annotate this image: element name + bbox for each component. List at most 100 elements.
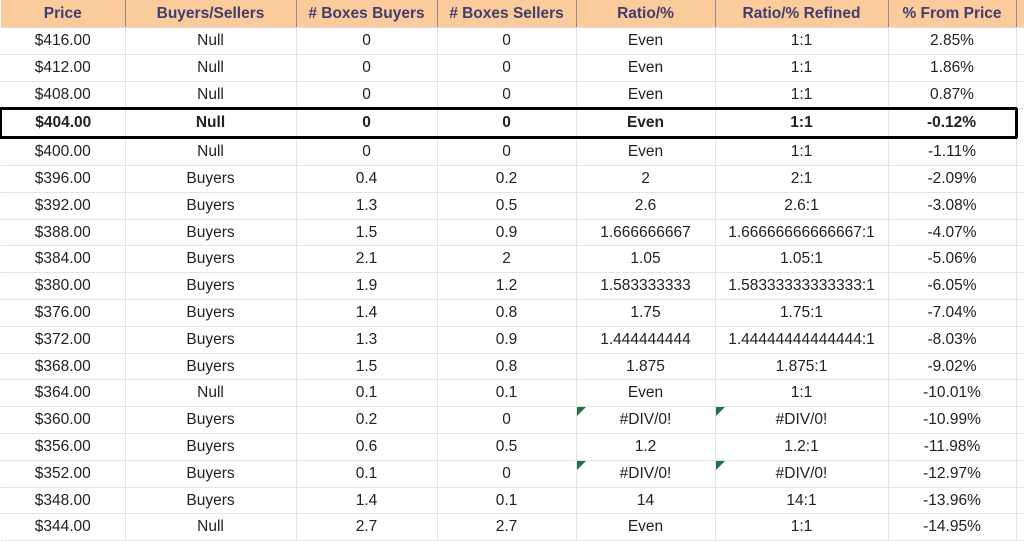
cell-pct-from-price[interactable]: -9.02%: [888, 353, 1017, 381]
cell-ratio[interactable]: Even: [576, 81, 716, 110]
cell-boxes-sellers[interactable]: 0: [437, 81, 577, 110]
cell-boxes-sellers[interactable]: 0.8: [437, 299, 577, 327]
cell-pct-from-price[interactable]: -0.12%: [888, 107, 1018, 140]
cell-buyers-sellers[interactable]: Buyers: [125, 192, 297, 220]
cell-ratio[interactable]: Even: [576, 137, 716, 166]
cell-price[interactable]: $348.00: [1, 487, 126, 515]
cell-ratio-refined[interactable]: #DIV/0!: [715, 460, 889, 488]
cell-ratio[interactable]: 1.75: [576, 299, 716, 327]
cell-buyers-sellers[interactable]: Null: [125, 81, 297, 110]
cell-boxes-buyers[interactable]: 0: [296, 107, 438, 140]
cell-ratio[interactable]: Even: [576, 379, 716, 408]
table-row[interactable]: $368.00 Buyers 1.5 0.8 1.875 1.875:1 -9.02%: [1, 353, 1024, 381]
cell-price[interactable]: $404.00: [0, 107, 126, 140]
cell-boxes-buyers[interactable]: 0: [296, 137, 438, 166]
cell-buyers-sellers[interactable]: Buyers: [125, 406, 297, 434]
cell-price[interactable]: $372.00: [1, 326, 126, 354]
cell-price[interactable]: $352.00: [1, 460, 126, 488]
cell-ratio-refined[interactable]: 1.05:1: [715, 245, 889, 274]
cell-buyers-sellers[interactable]: Null: [125, 54, 297, 82]
cell-price[interactable]: $412.00: [1, 54, 126, 82]
cell-boxes-buyers[interactable]: 2.7: [296, 513, 438, 541]
cell-buyers-sellers[interactable]: Buyers: [125, 245, 297, 274]
cell-boxes-buyers[interactable]: 0: [296, 27, 438, 55]
cell-boxes-buyers[interactable]: 0.2: [296, 406, 438, 434]
cell-boxes-sellers[interactable]: 0.5: [437, 433, 577, 461]
cell-pct-from-price[interactable]: 0.87%: [888, 81, 1017, 110]
table-row[interactable]: $380.00 Buyers 1.9 1.2 1.583333333 1.58333333…: [1, 272, 1024, 300]
cell-ratio-refined[interactable]: 1:1: [715, 137, 889, 166]
cell-ratio[interactable]: 2.6: [576, 192, 716, 220]
table-row[interactable]: $352.00 Buyers 0.1 0 #DIV/0! #DIV/0! -12.97%: [1, 460, 1024, 488]
cell-boxes-sellers[interactable]: 0: [437, 54, 577, 82]
cell-boxes-buyers[interactable]: 0.1: [296, 460, 438, 488]
cell-ratio-refined[interactable]: 1.875:1: [715, 353, 889, 381]
table-row[interactable]: $356.00 Buyers 0.6 0.5 1.2 1.2:1 -11.98%: [1, 433, 1024, 461]
table-row[interactable]: $416.00 Null 0 0 Even 1:1 2.85%: [1, 27, 1024, 55]
table-row[interactable]: $400.00 Null 0 0 Even 1:1 -1.11%: [1, 137, 1024, 166]
cell-pct-from-price[interactable]: -11.98%: [888, 433, 1017, 461]
cell-ratio[interactable]: 1.583333333: [576, 272, 716, 300]
cell-ratio-refined[interactable]: 14:1: [715, 487, 889, 515]
cell-boxes-buyers[interactable]: 1.5: [296, 353, 438, 381]
cell-boxes-sellers[interactable]: 2: [437, 245, 577, 274]
cell-pct-from-price[interactable]: -8.03%: [888, 326, 1017, 354]
cell-boxes-sellers[interactable]: 0.2: [437, 165, 577, 193]
cell-ratio-refined[interactable]: 1:1: [715, 27, 889, 55]
table-row[interactable]: $412.00 Null 0 0 Even 1:1 1.86%: [1, 54, 1024, 82]
cell-buyers-sellers[interactable]: Buyers: [125, 219, 297, 247]
cell-buyers-sellers[interactable]: Buyers: [125, 433, 297, 461]
cell-buyers-sellers[interactable]: Null: [125, 379, 297, 408]
cell-pct-from-price[interactable]: 1.86%: [888, 54, 1017, 82]
cell-boxes-sellers[interactable]: 0: [437, 460, 577, 488]
cell-ratio[interactable]: 1.2: [576, 433, 716, 461]
cell-pct-from-price[interactable]: -3.08%: [888, 192, 1017, 220]
cell-ratio-refined[interactable]: 1:1: [715, 81, 889, 110]
cell-price[interactable]: $356.00: [1, 433, 126, 461]
cell-boxes-sellers[interactable]: 2.7: [437, 513, 577, 541]
cell-ratio[interactable]: 1.444444444: [576, 326, 716, 354]
cell-price[interactable]: $388.00: [1, 219, 126, 247]
cell-price[interactable]: $368.00: [1, 353, 126, 381]
column-header-buyers-sellers[interactable]: Buyers/Sellers: [125, 0, 297, 28]
cell-boxes-buyers[interactable]: 0.6: [296, 433, 438, 461]
column-header-pct-from-price[interactable]: % From Price: [888, 0, 1017, 28]
cell-boxes-sellers[interactable]: 0.1: [437, 487, 577, 515]
cell-pct-from-price[interactable]: -6.05%: [888, 272, 1017, 300]
cell-buyers-sellers[interactable]: Null: [125, 513, 297, 541]
table-row[interactable]: $408.00 Null 0 0 Even 1:1 0.87%: [1, 81, 1024, 110]
column-header-price[interactable]: Price: [1, 0, 126, 28]
cell-price[interactable]: $416.00: [1, 27, 126, 55]
column-header-ratio-refined[interactable]: Ratio/% Refined: [715, 0, 889, 28]
cell-pct-from-price[interactable]: -10.99%: [888, 406, 1017, 434]
cell-pct-from-price[interactable]: -5.06%: [888, 245, 1017, 274]
cell-boxes-sellers[interactable]: 0.9: [437, 326, 577, 354]
cell-boxes-buyers[interactable]: 2.1: [296, 245, 438, 274]
cell-ratio[interactable]: Even: [576, 54, 716, 82]
table-row[interactable]: $392.00 Buyers 1.3 0.5 2.6 2.6:1 -3.08%: [1, 192, 1024, 220]
cell-boxes-buyers[interactable]: 1.3: [296, 192, 438, 220]
cell-pct-from-price[interactable]: 2.85%: [888, 27, 1017, 55]
cell-buyers-sellers[interactable]: Buyers: [125, 299, 297, 327]
cell-ratio[interactable]: 2: [576, 165, 716, 193]
cell-boxes-sellers[interactable]: 1.2: [437, 272, 577, 300]
cell-price[interactable]: $400.00: [1, 137, 126, 166]
cell-buyers-sellers[interactable]: Null: [125, 27, 297, 55]
cell-ratio[interactable]: #DIV/0!: [576, 406, 716, 434]
cell-boxes-buyers[interactable]: 1.9: [296, 272, 438, 300]
cell-ratio[interactable]: Even: [576, 107, 716, 140]
table-row[interactable]: $364.00 Null 0.1 0.1 Even 1:1 -10.01%: [1, 379, 1024, 408]
cell-ratio-refined[interactable]: 1.75:1: [715, 299, 889, 327]
cell-buyers-sellers[interactable]: Buyers: [125, 165, 297, 193]
cell-pct-from-price[interactable]: -12.97%: [888, 460, 1017, 488]
cell-boxes-buyers[interactable]: 0: [296, 54, 438, 82]
cell-pct-from-price[interactable]: -7.04%: [888, 299, 1017, 327]
cell-pct-from-price[interactable]: -10.01%: [888, 379, 1017, 408]
cell-buyers-sellers[interactable]: Null: [125, 137, 297, 166]
cell-buyers-sellers[interactable]: Buyers: [125, 487, 297, 515]
cell-pct-from-price[interactable]: -13.96%: [888, 487, 1017, 515]
cell-price[interactable]: $376.00: [1, 299, 126, 327]
cell-buyers-sellers[interactable]: Buyers: [125, 272, 297, 300]
cell-price[interactable]: $360.00: [1, 406, 126, 434]
cell-boxes-buyers[interactable]: 1.3: [296, 326, 438, 354]
